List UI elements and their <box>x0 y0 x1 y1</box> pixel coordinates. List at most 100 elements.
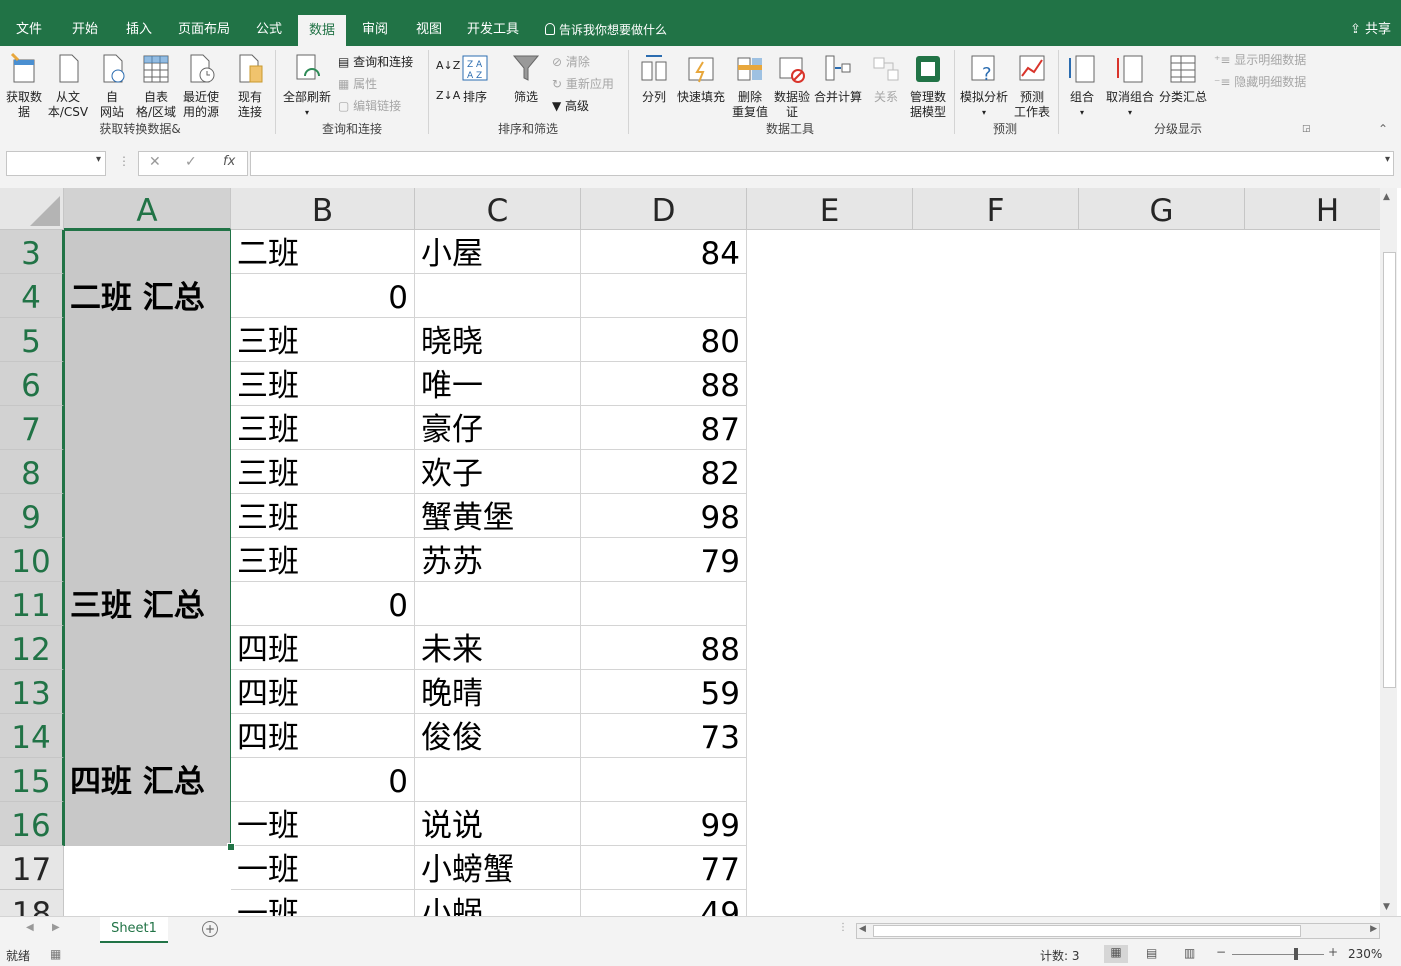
cell-c[interactable]: 小屋 <box>415 230 581 274</box>
worksheet-grid[interactable]: ABCDEFGH 3 4 5 6 7 8 9 10 11 12 13 14 15 16 17 18 二班 小屋 8… <box>0 188 1380 916</box>
cell-a[interactable] <box>64 450 231 494</box>
cell-d[interactable]: 80 <box>581 318 747 362</box>
tab-developer[interactable]: 开发工具 <box>460 14 526 46</box>
properties-button[interactable]: ▦ 属性 <box>338 74 377 94</box>
empty-cell[interactable] <box>1079 758 1245 802</box>
cell-b[interactable]: 三班 <box>231 538 415 582</box>
tab-insert[interactable]: 插入 <box>116 14 162 46</box>
manage-data-model-button[interactable]: 管理数 据模型 <box>906 52 950 120</box>
empty-cell[interactable] <box>747 758 913 802</box>
data-validation-button[interactable]: 数据验 证 <box>772 52 812 120</box>
cell-d[interactable]: 88 <box>581 626 747 670</box>
tab-file[interactable]: 文件 <box>8 14 50 46</box>
empty-cell[interactable] <box>1079 230 1245 274</box>
empty-cell[interactable] <box>913 890 1079 916</box>
empty-cell[interactable] <box>1245 714 1380 758</box>
zoom-in-icon[interactable]: + <box>1328 945 1338 959</box>
edit-links-button[interactable]: ▢ 编辑链接 <box>338 96 401 116</box>
prev-sheet-icon[interactable]: ◀ <box>26 922 34 933</box>
empty-cell[interactable] <box>913 758 1079 802</box>
vertical-scroll-thumb[interactable] <box>1383 252 1396 688</box>
empty-cell[interactable] <box>1079 626 1245 670</box>
scroll-left-icon[interactable]: ◀ <box>859 924 866 934</box>
what-if-analysis-button[interactable]: ? 模拟分析 ▾ <box>958 52 1010 120</box>
subtotal-button[interactable]: 分类汇总 <box>1158 52 1208 105</box>
empty-cell[interactable] <box>1079 274 1245 318</box>
row-header[interactable]: 13 <box>0 670 64 714</box>
cell-b[interactable]: 三班 <box>231 362 415 406</box>
cell-b[interactable]: 三班 <box>231 450 415 494</box>
empty-cell[interactable] <box>913 318 1079 362</box>
row-header[interactable]: 11 <box>0 582 64 626</box>
empty-cell[interactable] <box>747 318 913 362</box>
sort-button[interactable]: Z AA Z 排序 <box>458 52 492 105</box>
cell-d[interactable]: 88 <box>581 362 747 406</box>
empty-cell[interactable] <box>747 406 913 450</box>
row-header[interactable]: 15 <box>0 758 64 802</box>
sort-za-button[interactable]: Z↓A <box>436 86 460 106</box>
cell-d[interactable]: 73 <box>581 714 747 758</box>
macro-record-icon[interactable]: ▦ <box>50 947 61 961</box>
cell-c[interactable]: 说说 <box>415 802 581 846</box>
row-header[interactable]: 9 <box>0 494 64 538</box>
empty-cell[interactable] <box>1245 362 1380 406</box>
row-header[interactable]: 8 <box>0 450 64 494</box>
empty-cell[interactable] <box>1079 802 1245 846</box>
cell-b[interactable]: 0 <box>231 582 415 626</box>
empty-cell[interactable] <box>913 802 1079 846</box>
cell-c[interactable]: 豪仔 <box>415 406 581 450</box>
empty-cell[interactable] <box>913 714 1079 758</box>
normal-view-icon[interactable]: ▦ <box>1104 945 1128 963</box>
empty-cell[interactable] <box>1079 494 1245 538</box>
cell-d[interactable]: 98 <box>581 494 747 538</box>
empty-cell[interactable] <box>913 230 1079 274</box>
tab-review[interactable]: 审阅 <box>352 14 398 46</box>
empty-cell[interactable] <box>913 846 1079 890</box>
cell-a[interactable]: 三班 汇总 <box>64 582 231 626</box>
refresh-all-button[interactable]: 全部刷新 ▾ <box>280 52 334 120</box>
cell-c[interactable]: 蟹黄堡 <box>415 494 581 538</box>
empty-cell[interactable] <box>1079 846 1245 890</box>
cell-b[interactable]: 三班 <box>231 318 415 362</box>
cell-c[interactable] <box>415 582 581 626</box>
cell-b[interactable]: 0 <box>231 758 415 802</box>
empty-cell[interactable] <box>747 494 913 538</box>
cell-d[interactable]: 87 <box>581 406 747 450</box>
formula-input[interactable]: ▾ <box>250 151 1394 176</box>
empty-cell[interactable] <box>913 626 1079 670</box>
name-box[interactable]: ▾ <box>6 151 106 176</box>
queries-connections-button[interactable]: ▤ 查询和连接 <box>338 52 413 72</box>
advanced-button[interactable]: ▼ 高级 <box>552 96 589 116</box>
cell-c[interactable]: 欢子 <box>415 450 581 494</box>
row-header[interactable]: 6 <box>0 362 64 406</box>
expand-formula-icon[interactable]: ▾ <box>1385 154 1390 165</box>
empty-cell[interactable] <box>913 670 1079 714</box>
empty-cell[interactable] <box>1245 582 1380 626</box>
share-button[interactable]: ⇪ 共享 <box>1350 14 1391 46</box>
cell-b[interactable]: 四班 <box>231 714 415 758</box>
vertical-scrollbar[interactable]: ▲ ▼ <box>1380 188 1397 916</box>
from-csv-button[interactable]: 从文 本/CSV <box>46 52 90 120</box>
tab-home[interactable]: 开始 <box>62 14 108 46</box>
empty-cell[interactable] <box>913 582 1079 626</box>
cell-a[interactable] <box>64 494 231 538</box>
consolidate-button[interactable]: 合并计算 <box>812 52 864 105</box>
empty-cell[interactable] <box>1245 274 1380 318</box>
empty-cell[interactable] <box>1079 538 1245 582</box>
scroll-down-icon[interactable]: ▼ <box>1383 902 1390 912</box>
empty-cell[interactable] <box>1079 406 1245 450</box>
empty-cell[interactable] <box>747 538 913 582</box>
select-all-button[interactable] <box>0 188 64 230</box>
column-header-f[interactable]: F <box>913 188 1079 230</box>
cell-d[interactable]: 79 <box>581 538 747 582</box>
empty-cell[interactable] <box>1079 890 1245 916</box>
tab-view[interactable]: 视图 <box>406 14 452 46</box>
horizontal-scroll-thumb[interactable] <box>873 925 1301 937</box>
tab-page-layout[interactable]: 页面布局 <box>172 14 236 46</box>
empty-cell[interactable] <box>1245 406 1380 450</box>
empty-cell[interactable] <box>913 450 1079 494</box>
column-header-c[interactable]: C <box>415 188 581 230</box>
cell-a[interactable] <box>64 538 231 582</box>
empty-cell[interactable] <box>747 582 913 626</box>
sheet-tab-sheet1[interactable]: Sheet1 <box>100 917 168 943</box>
